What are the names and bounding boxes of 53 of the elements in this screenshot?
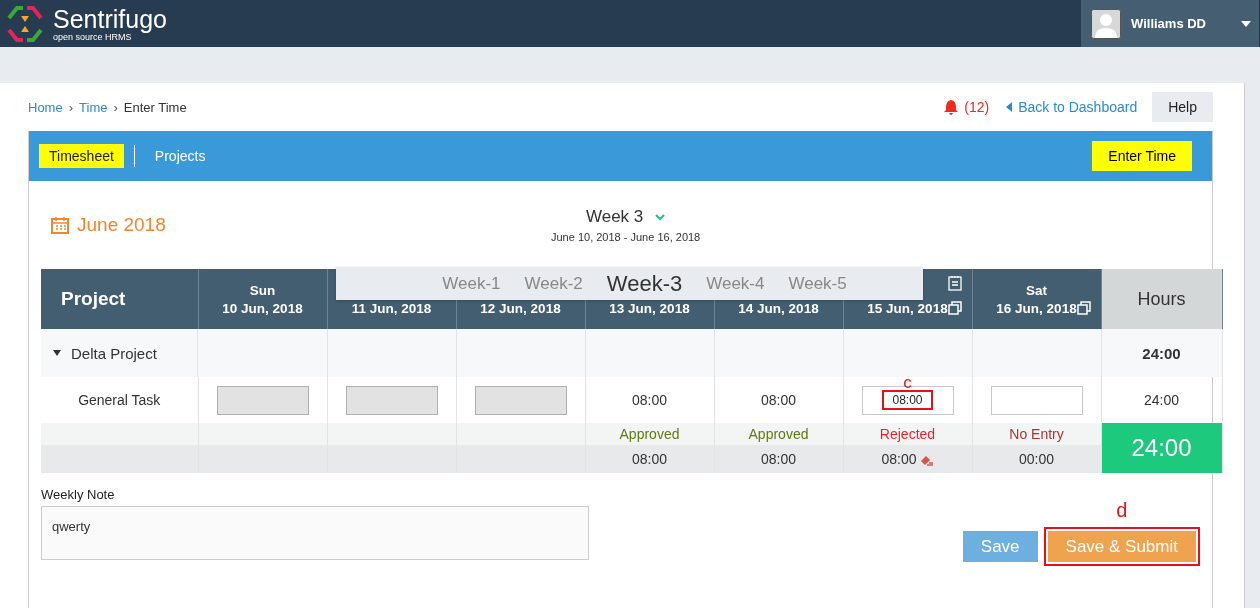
- weekly-note-field[interactable]: qwerty: [41, 506, 589, 560]
- help-button[interactable]: Help: [1152, 92, 1213, 122]
- back-link[interactable]: Back to Dashboard: [1006, 99, 1138, 115]
- day-total: 08:00: [760, 451, 796, 467]
- back-icon: [1006, 102, 1013, 112]
- eraser-icon[interactable]: [919, 454, 934, 466]
- hours-field[interactable]: [990, 385, 1083, 415]
- calendar-icon: [51, 216, 69, 234]
- enter-time-button[interactable]: Enter Time: [1092, 141, 1192, 171]
- status-label: Approved: [748, 426, 809, 442]
- week-range: June 10, 2018 - June 16, 2018: [551, 231, 701, 243]
- week-option[interactable]: Week-3: [598, 270, 691, 297]
- column-header: Project: [41, 269, 198, 329]
- brand-name: Sentrifugo: [53, 5, 167, 32]
- annotation-label: d: [1116, 499, 1128, 522]
- month-title: June 2018: [77, 214, 166, 236]
- column-header: Hours: [1101, 269, 1222, 329]
- status-label: Rejected: [879, 426, 936, 442]
- user-menu[interactable]: Williams DD: [1081, 0, 1259, 47]
- logo-icon: [5, 3, 45, 44]
- expand-icon[interactable]: [53, 350, 61, 356]
- project-hours: 24:00: [1101, 329, 1222, 377]
- chevron-down-icon[interactable]: [655, 213, 666, 221]
- status-label: Approved: [619, 426, 680, 442]
- tab[interactable]: Projects: [144, 144, 216, 168]
- avatar-icon: [1091, 8, 1121, 39]
- copy-icon[interactable]: [1076, 301, 1091, 315]
- day-header: Sun 10 Jun, 2018: [198, 269, 327, 329]
- day-total: 08:00: [881, 451, 917, 467]
- notification-count[interactable]: (12): [964, 99, 990, 115]
- copy-icon[interactable]: [947, 301, 962, 315]
- breadcrumb-separator: ›: [68, 99, 74, 115]
- bell-icon[interactable]: [943, 99, 960, 115]
- breadcrumb-link[interactable]: Home: [28, 99, 63, 115]
- grand-total: 24:00: [1101, 423, 1222, 473]
- notepad-icon[interactable]: [947, 275, 962, 291]
- breadcrumb-separator: ›: [113, 99, 118, 115]
- breadcrumb-link[interactable]: Time: [79, 99, 108, 115]
- weekly-note-label: Weekly Note: [41, 487, 116, 502]
- tab[interactable]: Timesheet: [39, 144, 124, 168]
- caret-icon: [1241, 20, 1251, 27]
- status-label: No Entry: [1009, 426, 1064, 442]
- page-name-text: Enter Time: [123, 99, 187, 115]
- day-header: Sat 16 Jun, 2018: [972, 269, 1101, 329]
- save-button[interactable]: Save: [962, 531, 1038, 562]
- project-name: Delta Project: [71, 344, 157, 362]
- day-total: 08:00: [631, 451, 667, 467]
- day-total: 00:00: [1018, 451, 1054, 467]
- week-title: Week 3: [585, 207, 644, 227]
- hours-value: 08:00: [631, 392, 667, 408]
- submit-button[interactable]: Save & Submit: [1047, 531, 1196, 562]
- brand-tagline: open source HRMS: [53, 31, 132, 42]
- hours-value: 08:00: [760, 392, 796, 408]
